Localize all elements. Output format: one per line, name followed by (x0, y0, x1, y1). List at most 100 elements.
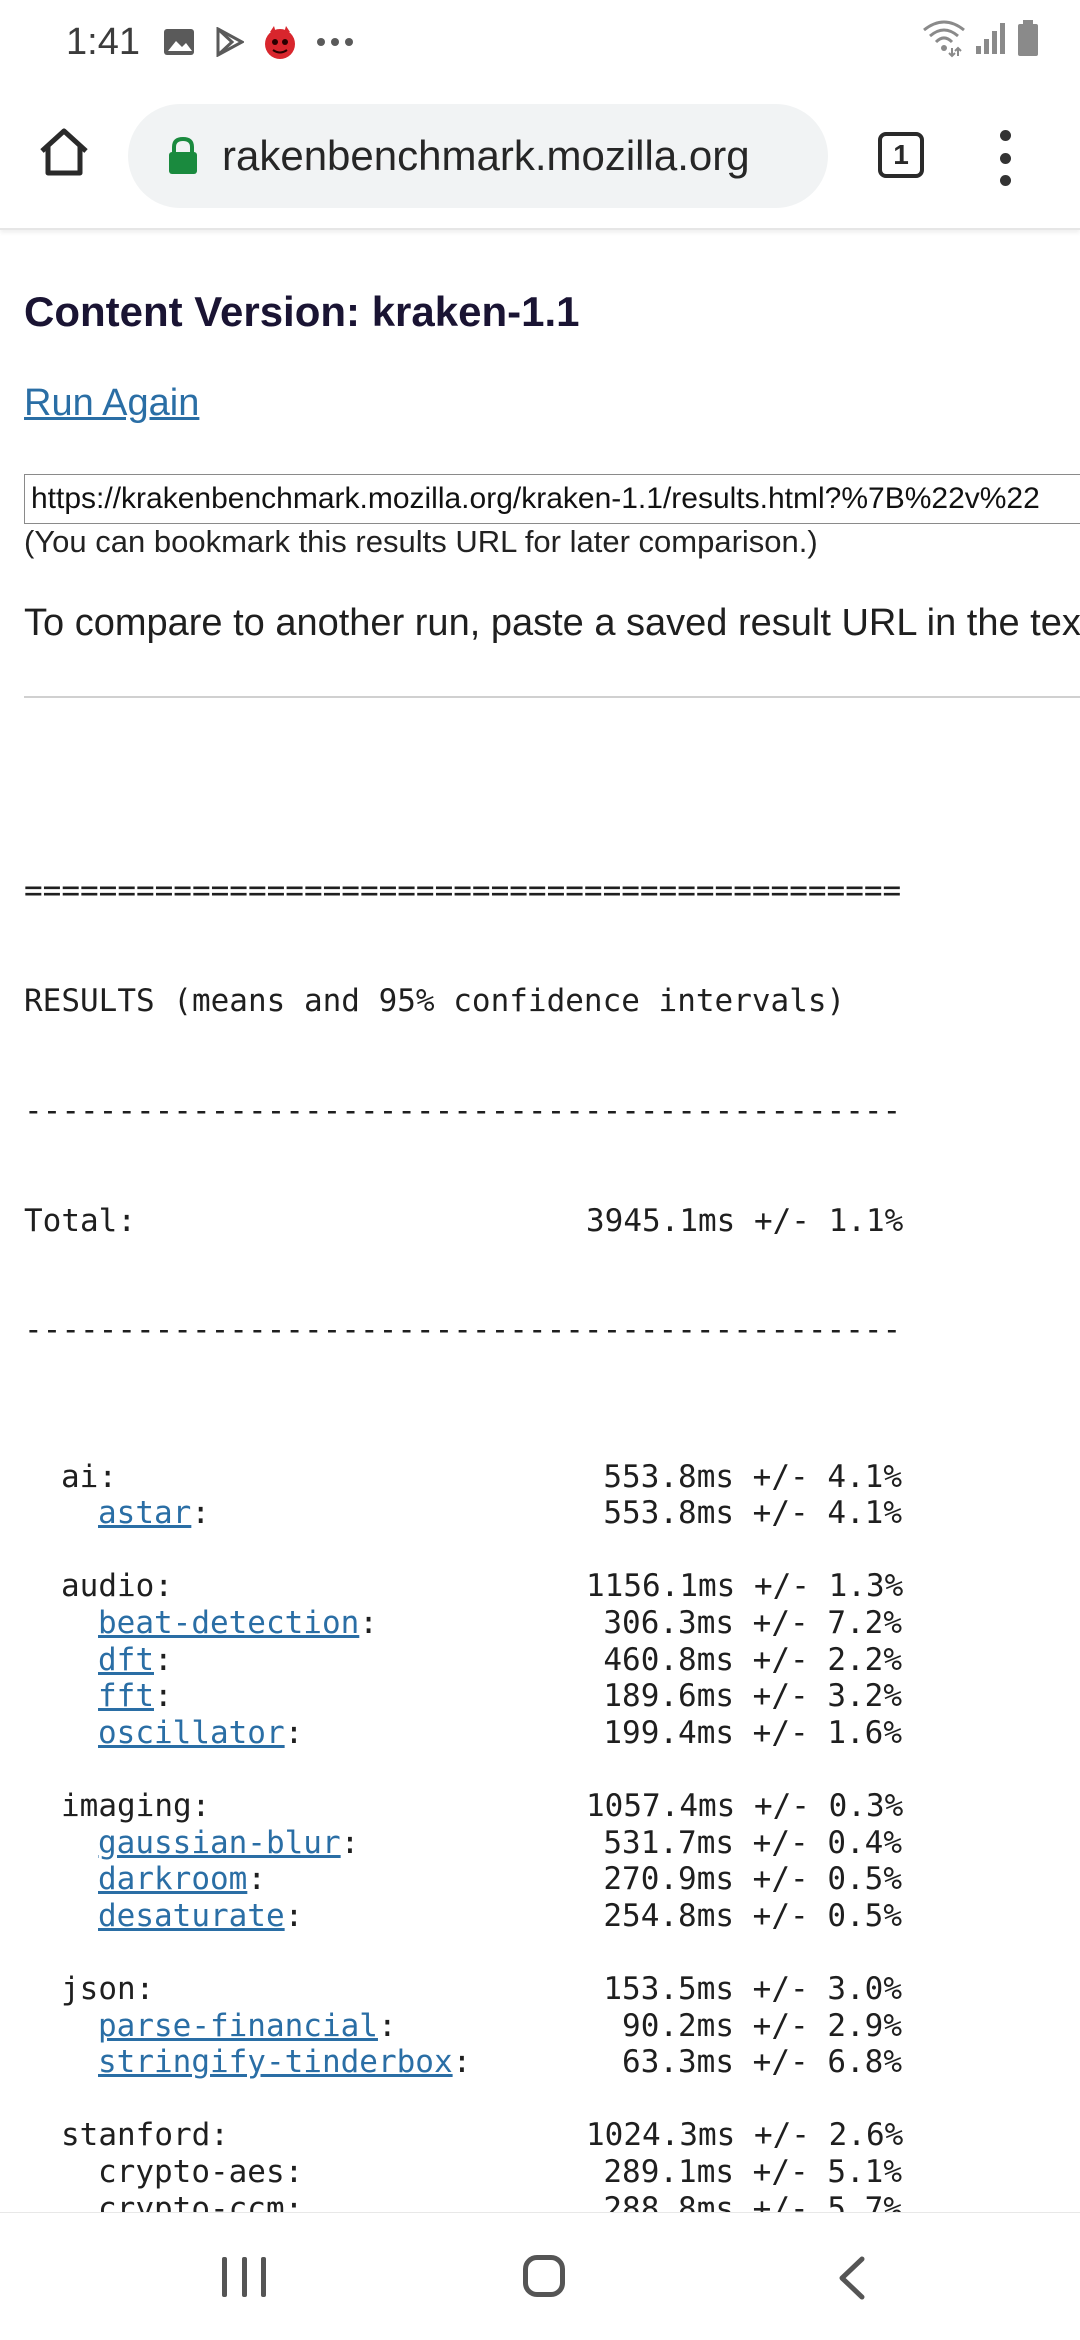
test-name-cell: beat-detection: (24, 1605, 586, 1642)
test-link[interactable]: stringify-tinderbox (98, 2044, 453, 2080)
test-value: 289.1ms +/- 5.1% (603, 2153, 902, 2190)
results-url-field[interactable]: https://krakenbenchmark.mozilla.org/krak… (24, 474, 1080, 524)
group-value: 1057.4ms +/- 0.3% (586, 1788, 904, 1825)
double-rule: ========================================… (24, 873, 902, 910)
test-row: desaturate: 254.8ms +/- 0.5% (24, 1898, 902, 1935)
test-name-cell: dft: (24, 1642, 586, 1679)
test-link[interactable]: desaturate (98, 1898, 285, 1934)
status-bar: 1:41 (0, 0, 1080, 84)
test-value: 460.8ms +/- 2.2% (603, 1641, 902, 1678)
url-text: rakenbenchmark.mozilla.org (222, 132, 750, 179)
single-rule: ----------------------------------------… (24, 1312, 902, 1349)
group-name: stanford: (61, 2117, 229, 2154)
total-label: Total: (24, 1202, 136, 1239)
group-name: ai: (61, 1458, 117, 1495)
home-icon (40, 128, 88, 176)
test-row: beat-detection: 306.3ms +/- 7.2% (24, 1605, 902, 1642)
colon: : (284, 2190, 304, 2212)
test-link[interactable]: astar (98, 1495, 191, 1531)
divider (24, 696, 1080, 698)
test-name: crypto-aes (98, 2153, 285, 2190)
test-row: crypto-aes: 289.1ms +/- 5.1% (24, 2154, 902, 2191)
browser-toolbar: rakenbenchmark.mozilla.org 1 (0, 84, 1080, 230)
compare-instructions: To compare to another run, paste a saved… (24, 602, 1080, 644)
test-name-cell: oscillator: (24, 1715, 586, 1752)
tab-switcher-button[interactable]: 1 (878, 132, 924, 178)
signal-icon (976, 23, 1005, 54)
group-row: ai: 553.8ms +/- 4.1% (24, 1459, 902, 1496)
colon: : (340, 1824, 360, 1861)
test-value: 270.9ms +/- 0.5% (603, 1861, 902, 1898)
test-name-cell: stringify-tinderbox: (24, 2044, 586, 2081)
result-groups: ai: 553.8ms +/- 4.1% astar: 553.8ms +/- 4.1… (24, 1422, 904, 2212)
test-value: 553.8ms +/- 4.1% (603, 1495, 902, 1532)
colon: : (452, 2044, 472, 2081)
test-link[interactable]: gaussian-blur (98, 1825, 341, 1861)
test-name-cell: desaturate: (24, 1898, 586, 1935)
group-row: stanford: 1024.3ms +/- 2.6% (24, 2117, 903, 2154)
test-value: 531.7ms +/- 0.4% (603, 1824, 902, 1861)
back-icon[interactable] (832, 2255, 872, 2301)
test-value: 189.6ms +/- 3.2% (603, 1678, 902, 1715)
group-row: imaging: 1057.4ms +/- 0.3% (24, 1788, 904, 1825)
test-link[interactable]: parse-financial (98, 2008, 378, 2044)
status-icons-left (162, 24, 354, 60)
test-link[interactable]: darkroom (98, 1861, 247, 1897)
recents-icon[interactable] (222, 2257, 266, 2297)
test-name-cell: crypto-ccm: (24, 2191, 586, 2212)
test-name-cell: astar: (24, 1495, 586, 1532)
home-button[interactable] (34, 122, 94, 182)
more-dots-icon (316, 38, 353, 46)
wifi-icon (923, 20, 965, 58)
home-nav-icon[interactable] (523, 2255, 565, 2297)
test-name-cell: darkroom: (24, 1861, 586, 1898)
image-icon (163, 29, 194, 55)
group-name: imaging: (61, 1788, 211, 1825)
test-link[interactable]: fft (98, 1678, 154, 1714)
total-value: 3945.1ms +/- 1.1% (586, 1202, 904, 1239)
bookmark-note: (You can bookmark this results URL for l… (24, 524, 818, 559)
run-again-link[interactable]: Run Again (24, 382, 199, 425)
test-row: oscillator: 199.4ms +/- 1.6% (24, 1715, 902, 1752)
test-name-cell: gaussian-blur: (24, 1825, 586, 1862)
test-value: 90.2ms +/- 2.9% (622, 2007, 902, 2044)
test-name-cell: crypto-aes: (24, 2154, 586, 2191)
test-row: darkroom: 270.9ms +/- 0.5% (24, 1861, 902, 1898)
content-version-heading: Content Version: kraken-1.1 (24, 288, 580, 335)
group-value: 1156.1ms +/- 1.3% (586, 1568, 904, 1605)
results-header: RESULTS (means and 95% confidence interv… (24, 982, 846, 1019)
status-time: 1:41 (66, 20, 140, 63)
group-row: audio: 1156.1ms +/- 1.3% (24, 1568, 904, 1605)
test-value: 199.4ms +/- 1.6% (603, 1714, 902, 1751)
test-link[interactable]: dft (98, 1642, 154, 1678)
colon: : (191, 1495, 210, 1532)
colon: : (154, 1678, 173, 1715)
colon: : (359, 1605, 378, 1642)
group-row: json: 153.5ms +/- 3.0% (24, 1971, 902, 2008)
colon: : (284, 2153, 304, 2190)
test-name-cell: parse-financial: (24, 2008, 586, 2045)
group-value: 153.5ms +/- 3.0% (603, 1971, 902, 2007)
play-store-icon (216, 27, 244, 57)
test-value: 288.8ms +/- 5.7% (603, 2190, 902, 2212)
page-content: Content Version: kraken-1.1 Run Again ht… (0, 232, 1080, 2212)
test-link[interactable]: oscillator (98, 1715, 285, 1751)
overflow-menu-icon[interactable] (990, 130, 1020, 186)
address-bar[interactable]: rakenbenchmark.mozilla.org (128, 104, 828, 208)
test-row: crypto-ccm: 288.8ms +/- 5.7% (24, 2191, 902, 2212)
antutu-icon (264, 26, 295, 59)
colon: : (154, 1641, 173, 1678)
results-block: ========================================… (24, 800, 904, 2212)
group-value: 553.8ms +/- 4.1% (603, 1458, 902, 1495)
battery-icon (1018, 20, 1038, 56)
test-link[interactable]: beat-detection (98, 1605, 359, 1641)
status-icons-right (922, 18, 1040, 58)
single-rule: ----------------------------------------… (24, 1092, 902, 1129)
colon: : (284, 1897, 304, 1934)
group-name: json: (61, 1971, 155, 2007)
test-row: gaussian-blur: 531.7ms +/- 0.4% (24, 1825, 902, 1862)
